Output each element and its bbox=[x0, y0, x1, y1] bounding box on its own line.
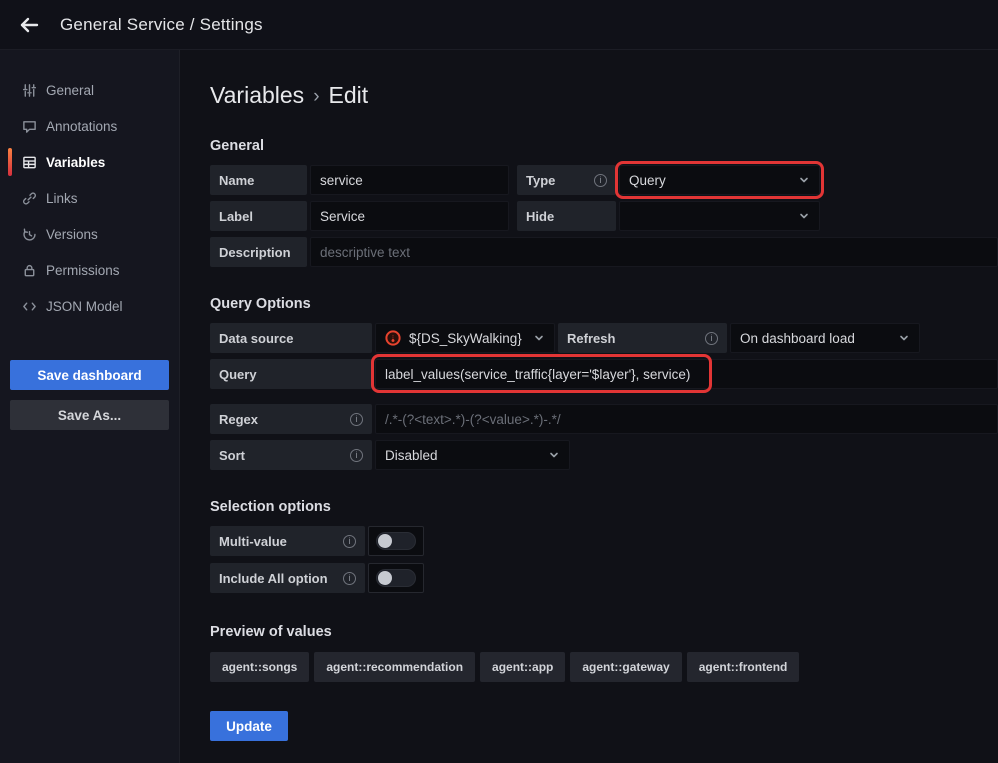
page-title: General Service / Settings bbox=[60, 15, 263, 35]
include-all-toggle[interactable] bbox=[368, 563, 424, 593]
breadcrumb-current: Edit bbox=[329, 82, 369, 109]
toggle-knob bbox=[378, 571, 392, 585]
general-section-title: General bbox=[210, 138, 998, 154]
hide-select[interactable] bbox=[619, 201, 820, 231]
type-select[interactable]: Query bbox=[619, 165, 820, 195]
sidebar-item-label: Permissions bbox=[46, 263, 120, 278]
type-field-label: Type i bbox=[517, 165, 616, 195]
toggle-track bbox=[376, 569, 416, 587]
query-options-section: Data source ${DS_SkyWalking} Refresh i O… bbox=[210, 323, 998, 470]
regex-field-label: Regex i bbox=[210, 404, 372, 434]
sidebar-item-label: JSON Model bbox=[46, 299, 123, 314]
history-icon bbox=[22, 227, 37, 242]
info-icon: i bbox=[343, 572, 356, 585]
data-source-select[interactable]: ${DS_SkyWalking} bbox=[375, 323, 555, 353]
toggle-track bbox=[376, 532, 416, 550]
name-input[interactable] bbox=[310, 165, 509, 195]
description-input[interactable] bbox=[310, 237, 998, 267]
label-input[interactable] bbox=[310, 201, 509, 231]
chevron-down-icon bbox=[898, 332, 910, 344]
query-field-label: Query bbox=[210, 359, 372, 389]
sort-row: Sort i Disabled bbox=[210, 440, 998, 470]
breadcrumb-separator: › bbox=[313, 84, 319, 108]
settings-content: Variables › Edit General Name Type i Que… bbox=[180, 50, 998, 763]
preview-values: agent::songs agent::recommendation agent… bbox=[210, 652, 998, 682]
sidebar-item-json-model[interactable]: JSON Model bbox=[0, 288, 179, 324]
name-field-label: Name bbox=[210, 165, 307, 195]
back-button[interactable] bbox=[12, 8, 46, 42]
sidebar-item-label: Versions bbox=[46, 227, 98, 242]
name-type-row: Name Type i Query bbox=[210, 165, 998, 195]
include-all-row: Include All option i bbox=[210, 563, 998, 593]
chevron-down-icon bbox=[548, 449, 560, 461]
info-icon: i bbox=[594, 174, 607, 187]
sort-select[interactable]: Disabled bbox=[375, 440, 570, 470]
selection-options-section-title: Selection options bbox=[210, 499, 998, 515]
preview-value-chip: agent::gateway bbox=[570, 652, 681, 682]
settings-nav: General Annotations Variables Links bbox=[0, 50, 179, 324]
query-input[interactable] bbox=[375, 359, 998, 389]
refresh-select[interactable]: On dashboard load bbox=[730, 323, 920, 353]
toggle-knob bbox=[378, 534, 392, 548]
preview-value-chip: agent::frontend bbox=[687, 652, 800, 682]
multi-value-field-label: Multi-value i bbox=[210, 526, 365, 556]
data-source-refresh-row: Data source ${DS_SkyWalking} Refresh i O… bbox=[210, 323, 998, 353]
arrow-left-icon bbox=[18, 14, 40, 36]
update-button[interactable]: Update bbox=[210, 711, 288, 741]
chevron-down-icon bbox=[533, 332, 545, 344]
preview-section-title: Preview of values bbox=[210, 624, 998, 640]
link-icon bbox=[22, 191, 37, 206]
general-section: Name Type i Query Label Hide bbox=[210, 165, 998, 267]
sidebar-item-label: Annotations bbox=[46, 119, 117, 134]
sort-field-label: Sort i bbox=[210, 440, 372, 470]
preview-value-chip: agent::app bbox=[480, 652, 565, 682]
info-icon: i bbox=[343, 535, 356, 548]
sidebar-item-versions[interactable]: Versions bbox=[0, 216, 179, 252]
save-dashboard-button[interactable]: Save dashboard bbox=[10, 360, 169, 390]
settings-sidebar: General Annotations Variables Links bbox=[0, 50, 180, 763]
description-field-label: Description bbox=[210, 237, 307, 267]
sidebar-item-general[interactable]: General bbox=[0, 72, 179, 108]
comment-icon bbox=[22, 119, 37, 134]
multi-value-toggle[interactable] bbox=[368, 526, 424, 556]
info-icon: i bbox=[350, 449, 363, 462]
multi-value-row: Multi-value i bbox=[210, 526, 998, 556]
label-field-label: Label bbox=[210, 201, 307, 231]
grid-icon bbox=[22, 155, 37, 170]
active-indicator-bar bbox=[8, 148, 12, 176]
hide-field-label: Hide bbox=[517, 201, 616, 231]
sidebar-item-links[interactable]: Links bbox=[0, 180, 179, 216]
page-header: General Service / Settings bbox=[0, 0, 998, 50]
sidebar-item-label: General bbox=[46, 83, 94, 98]
sidebar-item-label: Links bbox=[46, 191, 78, 206]
preview-value-chip: agent::recommendation bbox=[314, 652, 475, 682]
sidebar-item-variables[interactable]: Variables bbox=[0, 144, 179, 180]
sidebar-item-annotations[interactable]: Annotations bbox=[0, 108, 179, 144]
sidebar-item-label: Variables bbox=[46, 155, 105, 170]
query-row: Query bbox=[210, 359, 998, 389]
include-all-field-label: Include All option i bbox=[210, 563, 365, 593]
code-brackets-icon bbox=[22, 299, 37, 314]
chevron-down-icon bbox=[798, 174, 810, 186]
info-icon: i bbox=[705, 332, 718, 345]
breadcrumb-parent[interactable]: Variables bbox=[210, 82, 304, 109]
sidebar-item-permissions[interactable]: Permissions bbox=[0, 252, 179, 288]
preview-value-chip: agent::songs bbox=[210, 652, 309, 682]
skywalking-icon bbox=[385, 330, 401, 346]
refresh-field-label: Refresh i bbox=[558, 323, 727, 353]
label-hide-row: Label Hide bbox=[210, 201, 998, 231]
description-row: Description bbox=[210, 237, 998, 267]
lock-icon bbox=[22, 263, 37, 278]
regex-input[interactable] bbox=[375, 404, 998, 434]
breadcrumb: Variables › Edit bbox=[210, 82, 998, 109]
query-options-section-title: Query Options bbox=[210, 296, 998, 312]
info-icon: i bbox=[350, 413, 363, 426]
data-source-field-label: Data source bbox=[210, 323, 372, 353]
regex-row: Regex i bbox=[210, 404, 998, 434]
save-as-button[interactable]: Save As... bbox=[10, 400, 169, 430]
sliders-icon bbox=[22, 83, 37, 98]
selection-options-section: Multi-value i Include All option i bbox=[210, 526, 998, 593]
chevron-down-icon bbox=[798, 210, 810, 222]
